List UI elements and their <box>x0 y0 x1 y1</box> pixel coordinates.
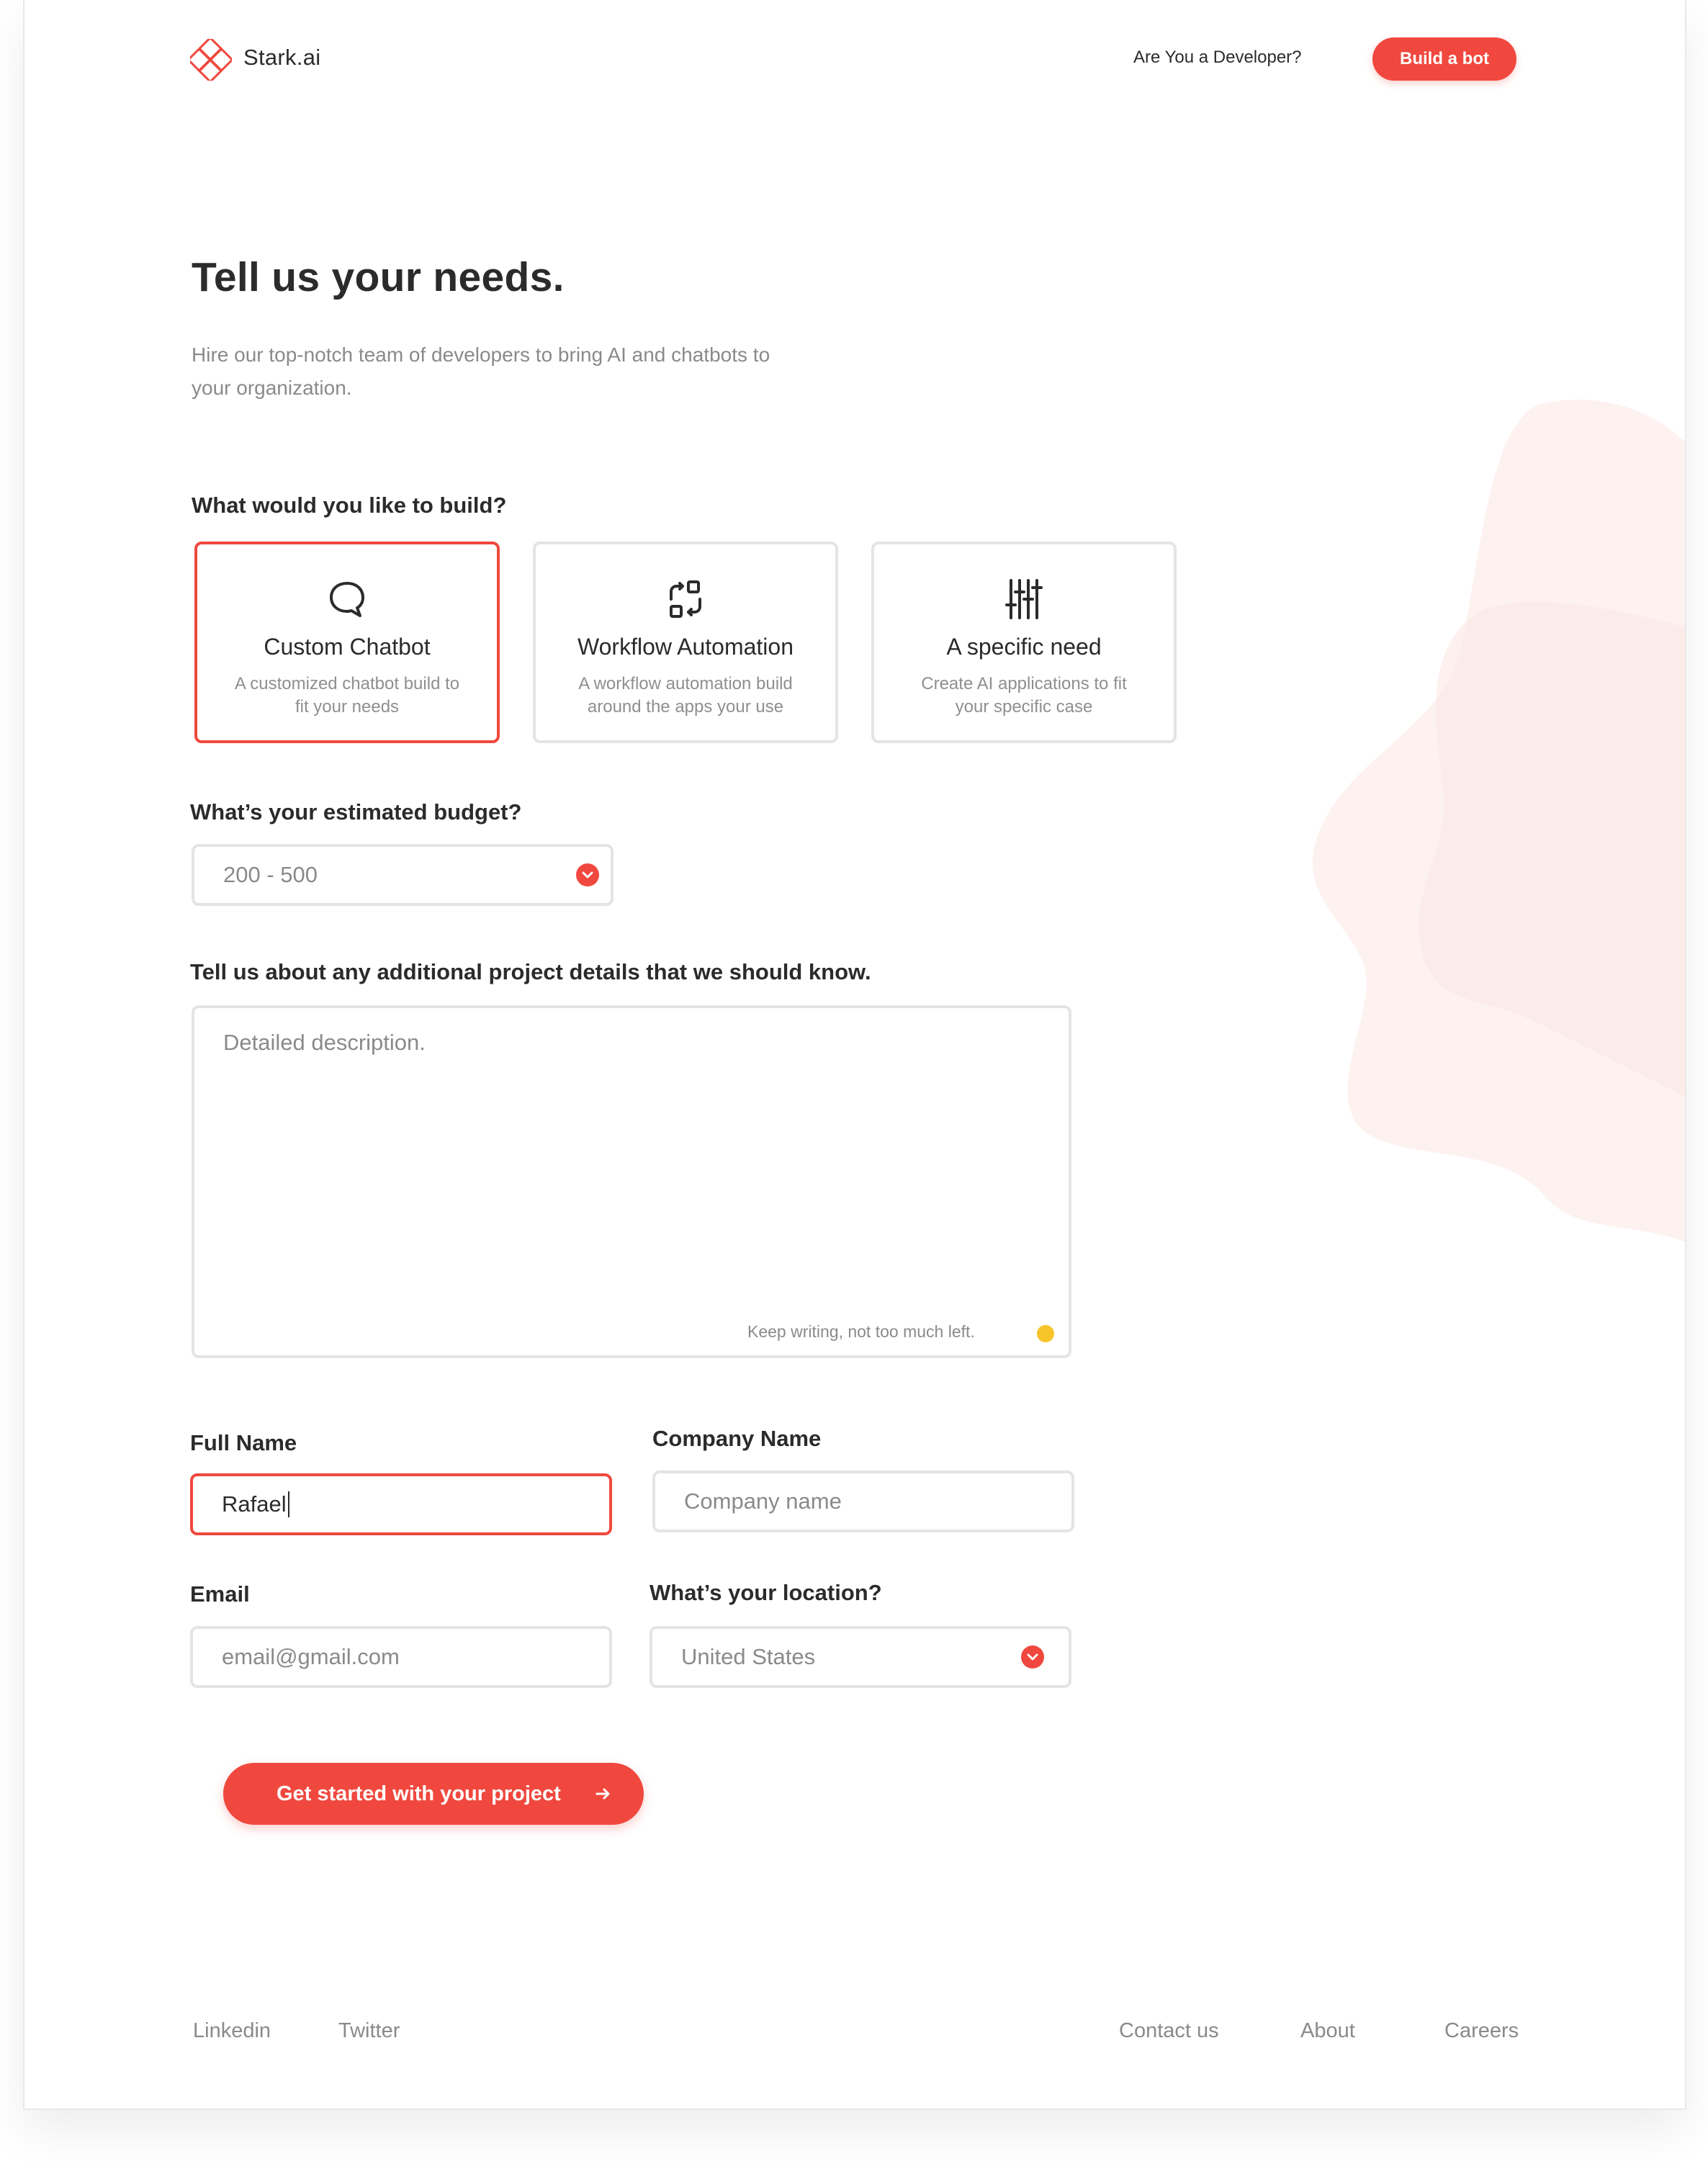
option-card-specific-need[interactable]: A specific need Create AI applications t… <box>871 542 1177 743</box>
option-card-custom-chatbot[interactable]: Custom Chatbot A customized chatbot buil… <box>194 542 500 743</box>
option-description: A workflow automation build around the a… <box>578 674 793 717</box>
workflow-icon <box>670 580 701 618</box>
footer-link-linkedin[interactable]: Linkedin <box>193 2019 271 2043</box>
budget-question-label: What’s your estimated budget? <box>190 799 522 825</box>
character-counter-indicator <box>1037 1325 1054 1342</box>
build-a-bot-button[interactable]: Build a bot <box>1372 37 1516 81</box>
details-textarea[interactable]: Detailed description. Keep writing, not … <box>192 1005 1071 1358</box>
location-select-value: United States <box>681 1644 816 1669</box>
background-blob <box>1312 399 1685 1242</box>
sliders-icon <box>1005 579 1043 619</box>
full-name-value: Rafael <box>222 1476 289 1532</box>
details-placeholder: Detailed description. <box>223 1030 426 1055</box>
option-description: Create AI applications to fit your speci… <box>921 674 1127 717</box>
option-title: A specific need <box>946 634 1102 660</box>
page-title: Tell us your needs. <box>192 254 565 300</box>
company-name-placeholder: Company name <box>684 1488 842 1514</box>
chevron-down-icon[interactable] <box>1021 1645 1044 1669</box>
footer-link-twitter[interactable]: Twitter <box>338 2019 400 2043</box>
option-title: Workflow Automation <box>577 634 794 660</box>
page-frame: Stark.ai Are You a Developer? Build a bo… <box>23 0 1686 2110</box>
footer-link-contact[interactable]: Contact us <box>1119 2019 1219 2043</box>
full-name-label: Full Name <box>190 1430 297 1455</box>
email-label: Email <box>190 1581 250 1607</box>
page-subtitle: Hire our top-notch team of developers to… <box>192 343 770 399</box>
details-question-label: Tell us about any additional project det… <box>190 959 871 984</box>
get-started-label: Get started with your project <box>277 1782 561 1805</box>
email-field[interactable]: email@gmail.com <box>190 1626 612 1688</box>
arrow-right-icon <box>595 1788 610 1800</box>
footer-link-about[interactable]: About <box>1300 2019 1355 2043</box>
location-select[interactable]: United States <box>650 1626 1071 1688</box>
option-title: Custom Chatbot <box>264 634 431 660</box>
developer-link[interactable]: Are You a Developer? <box>1133 48 1302 68</box>
footer-link-careers[interactable]: Careers <box>1444 2019 1519 2043</box>
brand-name[interactable]: Stark.ai <box>243 45 321 71</box>
full-name-field[interactable]: Rafael <box>190 1473 612 1535</box>
company-name-label: Company Name <box>652 1426 822 1451</box>
text-caret <box>287 1491 289 1517</box>
chat-bubble-icon <box>330 582 364 617</box>
get-started-button[interactable]: Get started with your project <box>223 1763 644 1825</box>
location-label: What’s your location? <box>650 1580 882 1605</box>
stark-logo-icon[interactable] <box>190 39 232 81</box>
company-name-field[interactable]: Company name <box>652 1470 1074 1532</box>
character-counter-hint: Keep writing, not too much left. <box>747 1322 975 1341</box>
email-placeholder: email@gmail.com <box>222 1644 400 1669</box>
option-description: A customized chatbot build to fit your n… <box>234 674 460 717</box>
budget-select-value: 200 - 500 <box>223 862 318 887</box>
option-card-workflow-automation[interactable]: Workflow Automation A workflow automatio… <box>533 542 838 743</box>
chevron-down-icon[interactable] <box>576 863 599 886</box>
budget-select[interactable]: 200 - 500 <box>192 844 613 906</box>
build-question-label: What would you like to build? <box>192 493 507 518</box>
